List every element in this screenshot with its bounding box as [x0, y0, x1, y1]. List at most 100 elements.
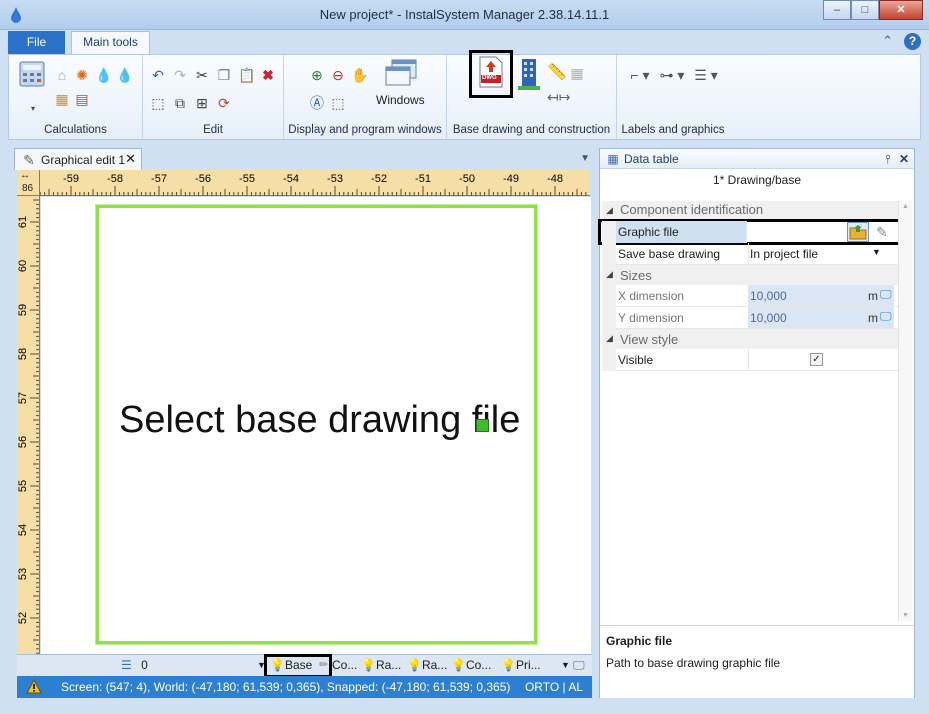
windows-button-label[interactable]: Windows — [376, 93, 425, 107]
bulb-icon: 💡 — [361, 658, 376, 672]
layer-tab-4[interactable]: 💡Ra... — [407, 656, 447, 676]
row-graphic-file[interactable]: Graphic file ✎ — [598, 219, 902, 245]
wall-icon[interactable]: ▦ — [569, 65, 585, 81]
windows-icon[interactable] — [384, 59, 418, 87]
calculator-dropdown-icon[interactable]: ▾ — [25, 101, 41, 117]
collapse-icon: ◢ — [606, 205, 613, 215]
label-dropdown-icon[interactable]: ⌐ ▾ — [625, 67, 655, 83]
close-tab-icon[interactable]: ✕ — [125, 151, 136, 167]
rotate-icon[interactable]: ⟳ — [216, 95, 232, 111]
delete-icon[interactable]: ✖ — [260, 67, 276, 83]
move-icon[interactable]: ⊞ — [194, 95, 210, 111]
property-value[interactable]: In project file — [750, 247, 818, 261]
scroll-down-icon[interactable]: ▼ — [902, 612, 909, 619]
hot-water-calc-icon[interactable]: 💧 — [116, 67, 133, 83]
category-view-style[interactable]: ◢ View style — [602, 329, 898, 349]
pan-icon[interactable]: ✋ — [351, 67, 368, 83]
panel-scrollbar[interactable]: ▲ ▼ — [898, 201, 912, 621]
report-icon[interactable]: ▦ — [54, 91, 70, 107]
unit-picker-icon[interactable]: 🖵 — [880, 309, 892, 324]
unit-picker-icon[interactable]: 🖵 — [880, 287, 892, 302]
redo-icon[interactable]: ↷ — [172, 67, 188, 83]
export-report-icon[interactable]: ▤ — [74, 91, 90, 107]
row-y-dimension[interactable]: Y dimension 10,000 m 🖵 — [602, 307, 898, 329]
property-value[interactable]: 10,000 — [750, 289, 787, 303]
layer-tabs-dropdown-icon[interactable]: ▼ — [561, 656, 570, 676]
tab-graphical-edit[interactable]: ✎ Graphical edit 1 ✕ — [14, 148, 142, 170]
dwg-import-button[interactable]: DWG — [469, 50, 513, 98]
property-value[interactable]: 10,000 — [750, 311, 787, 325]
row-visible[interactable]: Visible ✓ — [602, 349, 898, 371]
zoom-out-icon[interactable]: ⊖ — [330, 67, 346, 83]
ribbon: ▾ ⌂ ✺ 💧 💧 ▦ ▤ Calculations ↶ ↷ ✂ ❐ 📋 ✖ ⬚… — [8, 50, 921, 140]
calculator-icon[interactable] — [19, 61, 45, 87]
zoom-all-icon[interactable]: Ⓐ — [309, 95, 325, 111]
property-label: Graphic file — [618, 225, 679, 239]
select-icon[interactable]: ⬚ — [150, 95, 166, 111]
copy-area-icon[interactable]: ⧉ — [172, 95, 188, 111]
tab-main-tools[interactable]: Main tools — [71, 31, 150, 54]
tab-file[interactable]: File — [8, 31, 65, 54]
layer-tab-2[interactable]: Co... — [332, 656, 357, 676]
undo-icon[interactable]: ↶ — [150, 67, 166, 83]
pin-icon[interactable]: ⫯ — [880, 151, 896, 167]
panel-header: ▦ Data table ⫯ ✕ — [600, 149, 914, 169]
building-calc-icon[interactable]: ⌂ — [54, 67, 70, 83]
panel-title: Data table — [624, 152, 679, 166]
dropdown-arrow-icon[interactable]: ▼ — [872, 247, 881, 257]
close-panel-icon[interactable]: ✕ — [896, 151, 912, 167]
layer-tab-label: Co... — [332, 658, 358, 672]
layer-tab-5[interactable]: 💡Co... — [451, 656, 491, 676]
list-dropdown-icon[interactable]: ☰ ▾ — [691, 67, 721, 83]
ruler-horizontal-ticks: -59 -58 -57 -56 -55 -54 -53 -52 -51 -50 -49 -48 — [40, 173, 587, 196]
status-modes[interactable]: ORTO | AL — [525, 680, 583, 694]
zoom-window-icon[interactable]: ⬚ — [330, 95, 346, 111]
category-sizes[interactable]: ◢ Sizes — [602, 265, 898, 285]
close-button[interactable]: ✕ — [879, 0, 923, 20]
zoom-in-icon[interactable]: ⊕ — [309, 67, 325, 83]
graphics-dropdown-icon[interactable]: ⊶ ▾ — [657, 67, 687, 83]
property-grid: ◢ Component identification Graphic file … — [598, 201, 902, 371]
building-icon[interactable] — [517, 57, 541, 91]
category-identification[interactable]: ◢ Component identification — [602, 201, 898, 221]
collapse-ribbon-icon[interactable]: ⌃ — [882, 33, 893, 49]
data-table-icon: ▦ — [607, 152, 619, 166]
drawing-canvas[interactable]: Select base drawing file — [41, 197, 591, 654]
visible-checkbox[interactable]: ✓ — [810, 353, 823, 366]
copy-icon[interactable]: ❐ — [216, 67, 232, 83]
dimension-icon[interactable]: ↤↦ — [547, 89, 570, 105]
unit-label: m — [868, 289, 878, 303]
ruler-tick-label: -51 — [415, 173, 431, 185]
layer-tab-3[interactable]: 💡Ra... — [361, 656, 401, 676]
pencil-icon[interactable]: ✏ — [319, 656, 328, 676]
layer-dropdown-icon[interactable]: ▼ — [257, 656, 266, 676]
tab-list-dropdown-icon[interactable]: ▼ — [580, 153, 590, 164]
document-tab-label: Graphical edit 1 — [41, 153, 126, 167]
ruler-tick-label: -54 — [283, 173, 299, 185]
measure-icon[interactable]: 📏 — [547, 65, 567, 81]
ruler-corner[interactable]: ↔ 86 — [17, 170, 40, 196]
minimize-button[interactable]: ‒ — [823, 0, 851, 20]
warning-icon[interactable] — [26, 679, 42, 694]
paste-icon[interactable]: 📋 — [238, 67, 255, 83]
layer-settings-icon[interactable]: 🖵 — [573, 656, 585, 676]
ruler-tick-label: -57 — [151, 173, 167, 185]
property-label: X dimension — [618, 289, 685, 303]
help-icon[interactable]: ? — [904, 33, 921, 50]
layer-selector[interactable]: ☰ 0 — [121, 656, 261, 676]
edit-file-icon[interactable]: ✎ — [874, 224, 890, 240]
selection-grip[interactable] — [476, 419, 489, 432]
cut-icon[interactable]: ✂ — [194, 67, 210, 83]
row-x-dimension[interactable]: X dimension 10,000 m 🖵 — [602, 285, 898, 307]
water-calc-icon[interactable]: 💧 — [95, 67, 112, 83]
layer-tab-6[interactable]: 💡Pri... — [501, 656, 541, 676]
ruler-tick-label: 60 — [17, 260, 29, 272]
ruler-measure-icon: ↔ — [20, 170, 30, 181]
maximize-button[interactable]: □ — [851, 0, 879, 20]
row-save-base-drawing[interactable]: Save base drawing In project file ▼ — [602, 243, 898, 265]
radiator-calc-icon[interactable]: ✺ — [74, 67, 90, 83]
open-folder-icon[interactable] — [847, 222, 869, 242]
row-gutter — [602, 243, 616, 265]
scroll-up-icon[interactable]: ▲ — [902, 203, 909, 210]
ruler-tick-label: 52 — [17, 612, 29, 624]
